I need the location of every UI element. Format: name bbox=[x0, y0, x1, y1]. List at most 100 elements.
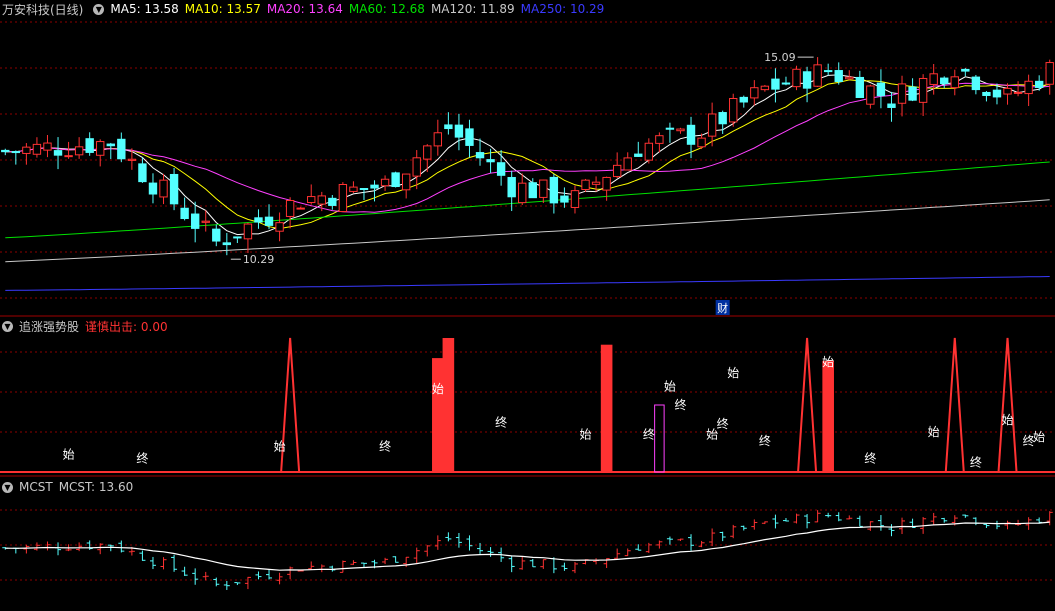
mcst-name: MCST bbox=[19, 480, 53, 494]
candle-body bbox=[169, 173, 179, 205]
chevron-down-icon[interactable]: ▼ bbox=[2, 481, 13, 493]
candle-body bbox=[549, 176, 559, 204]
candle-body bbox=[349, 186, 358, 192]
marker-start: 始 bbox=[727, 366, 739, 380]
ma250-label: MA250: 10.29 bbox=[520, 2, 605, 16]
candle-body bbox=[307, 196, 316, 204]
candle-body bbox=[823, 70, 833, 73]
chevron-down-icon[interactable]: ▼ bbox=[93, 3, 105, 15]
candle-body bbox=[296, 207, 305, 210]
candle-body bbox=[802, 71, 812, 89]
signal-bar bbox=[822, 360, 834, 472]
signal-spike bbox=[997, 337, 1018, 473]
candle-body bbox=[43, 142, 52, 151]
grid-lines bbox=[0, 21, 1055, 581]
indicator-signals bbox=[0, 337, 1055, 473]
candle-body bbox=[412, 157, 421, 177]
main-panel-header: 万安科技(日线) ▼ MA5: 13.58 MA10: 13.57 MA20: … bbox=[0, 0, 610, 18]
candle-body bbox=[222, 242, 232, 246]
candle-body bbox=[750, 87, 759, 99]
signal-bar bbox=[600, 344, 613, 472]
signal-label: 谨慎出击: 0.00 bbox=[85, 319, 168, 334]
candle-body bbox=[602, 176, 611, 191]
candle-body bbox=[961, 68, 970, 72]
candle-body bbox=[22, 146, 31, 154]
candle-body bbox=[507, 177, 516, 198]
candle-body bbox=[950, 76, 959, 89]
candle-body bbox=[792, 68, 801, 88]
indicator-markers: 始终始 终始终始 终始终始终始终始终始终始终始 bbox=[63, 355, 1046, 470]
candle-body bbox=[444, 124, 453, 130]
candle-body bbox=[982, 91, 991, 96]
candle-body bbox=[117, 138, 126, 160]
candle-body bbox=[665, 127, 675, 130]
candle-body bbox=[1003, 87, 1012, 95]
marker-start: 始 bbox=[1033, 430, 1045, 444]
candle-body bbox=[328, 197, 337, 206]
candle-body bbox=[317, 195, 326, 205]
ma-line-ma5 bbox=[5, 74, 1050, 236]
candle-body bbox=[528, 182, 537, 199]
marker-end: 终 bbox=[717, 416, 729, 431]
chevron-down-icon[interactable]: ▼ bbox=[2, 320, 13, 332]
candle-body bbox=[359, 188, 369, 191]
candle-body bbox=[634, 153, 643, 157]
candle-body bbox=[697, 137, 706, 148]
candle-body bbox=[876, 82, 886, 97]
ma120-label: MA120: 11.89 bbox=[430, 2, 515, 16]
marker-start: 始 bbox=[1002, 413, 1014, 427]
candle-body bbox=[11, 151, 21, 154]
candle-body bbox=[433, 132, 443, 147]
candle-body bbox=[887, 103, 896, 108]
candle-body bbox=[612, 164, 622, 178]
candle-body bbox=[74, 146, 84, 156]
marker-start: 始 bbox=[432, 382, 444, 396]
candle-body bbox=[380, 178, 390, 187]
high-price-marker: 15.09 bbox=[764, 51, 796, 64]
candle-body bbox=[138, 163, 147, 183]
candle-body bbox=[570, 190, 580, 208]
marker-start: 始 bbox=[664, 379, 676, 393]
signal-spike bbox=[944, 337, 965, 473]
signal-bar bbox=[442, 338, 455, 472]
marker-end: 终 bbox=[970, 455, 982, 470]
marker-start: 始 bbox=[580, 428, 592, 442]
candle-body bbox=[264, 216, 274, 226]
ma20-label: MA20: 13.64 bbox=[266, 2, 343, 16]
indicator-panel-header: ▼ 追涨强势股 谨慎出击: 0.00 bbox=[0, 317, 174, 335]
candle-body bbox=[908, 86, 917, 101]
candle-body bbox=[96, 141, 105, 156]
candle-body bbox=[486, 159, 495, 163]
candle-body bbox=[465, 128, 474, 146]
mcst-line bbox=[5, 521, 1050, 571]
candle-body bbox=[760, 85, 770, 91]
main-panel-title: 万安科技(日线) bbox=[2, 2, 84, 17]
marker-start: 始 bbox=[822, 355, 834, 369]
candle-body bbox=[401, 173, 411, 191]
candle-body bbox=[539, 179, 548, 198]
event-badge: 财 bbox=[717, 301, 728, 315]
candle-body bbox=[391, 172, 400, 188]
mcst-panel-header: ▼ MCST MCST: 13.60 bbox=[0, 478, 139, 496]
candle-body bbox=[190, 213, 200, 229]
candle-body bbox=[855, 76, 865, 98]
candle-body bbox=[1, 149, 10, 153]
candle-body bbox=[771, 78, 780, 90]
candle-body bbox=[127, 158, 137, 161]
marker-end: 终 bbox=[379, 439, 391, 454]
candle-body bbox=[338, 183, 348, 213]
candle-body bbox=[581, 179, 590, 190]
candle-body bbox=[729, 98, 738, 123]
candle-body bbox=[1034, 80, 1044, 88]
candle-body bbox=[148, 182, 158, 195]
stock-chart: 15.09 10.29 财始 终始 终始终始 终始终始终始终始终始终始终始 bbox=[0, 21, 1055, 590]
ma10-label: MA10: 13.57 bbox=[184, 2, 261, 16]
candle-body bbox=[159, 179, 168, 198]
candle-body bbox=[423, 145, 432, 160]
marker-end: 终 bbox=[495, 414, 507, 429]
signal-bar bbox=[432, 358, 444, 472]
candle-body bbox=[655, 135, 664, 144]
candle-body bbox=[707, 113, 717, 137]
candle-body bbox=[718, 112, 727, 125]
mcst-candles bbox=[2, 510, 1053, 590]
